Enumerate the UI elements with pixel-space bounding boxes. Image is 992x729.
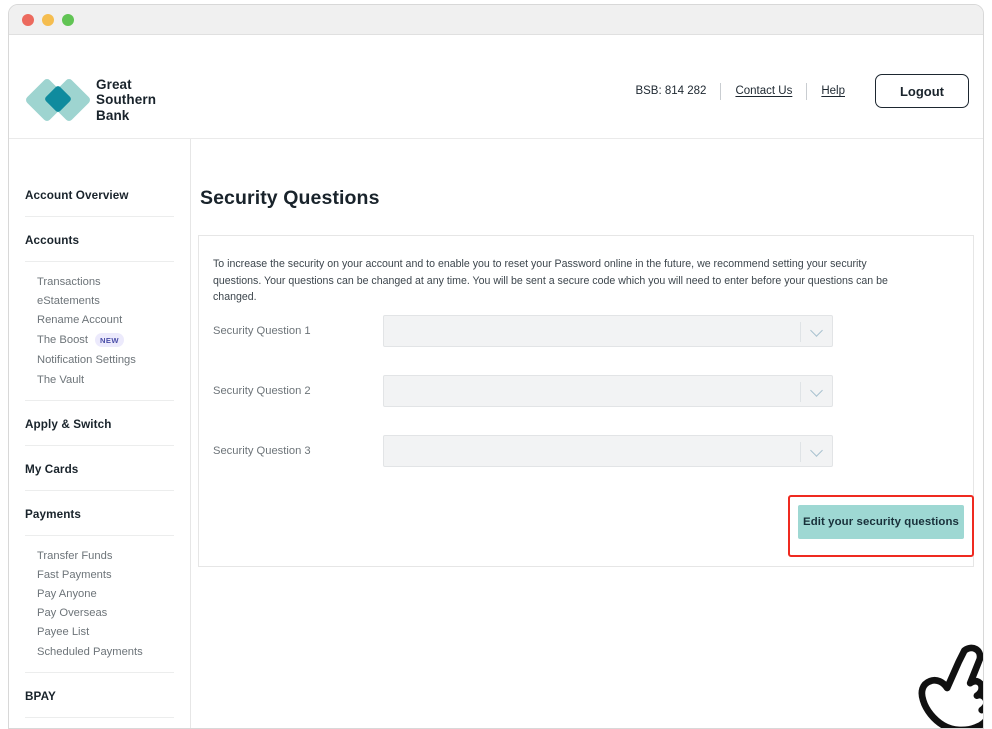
security-question-1-label: Security Question 1: [213, 325, 311, 337]
sidebar-item-transfer-funds[interactable]: Transfer Funds: [25, 546, 174, 565]
sidebar-item-notification-settings[interactable]: Notification Settings: [25, 351, 174, 370]
window-titlebar: [9, 5, 983, 35]
logo-line-2: Southern: [96, 92, 157, 108]
sidebar-item-label: eStatements: [37, 294, 100, 307]
sidebar-section-my-cards[interactable]: My Cards: [25, 446, 174, 492]
sidebar-nav: Account Overview Accounts Transactions e…: [9, 139, 191, 728]
sidebar-item-the-boost[interactable]: The Boost NEW: [25, 330, 174, 351]
sidebar-section-bpay[interactable]: BPAY: [25, 673, 174, 719]
sidebar-item-fast-payments[interactable]: Fast Payments: [25, 565, 174, 584]
pointing-hand-cursor-icon: [918, 644, 983, 728]
maximize-window-button[interactable]: [62, 13, 74, 26]
security-question-2-label: Security Question 2: [213, 385, 311, 397]
logo-diamond-icon: [24, 73, 92, 127]
browser-window: Great Southern Bank BSB: 814 282 Contact…: [8, 4, 984, 729]
security-question-1-row: Security Question 1: [213, 315, 953, 347]
logo-line-1: Great: [96, 76, 132, 92]
sidebar-item-label: Payee List: [37, 626, 90, 639]
sidebar-item-pay-anyone[interactable]: Pay Anyone: [25, 585, 174, 604]
logo-wordmark: Great Southern Bank: [96, 77, 156, 124]
sidebar-item-label: Notification Settings: [37, 354, 136, 367]
sidebar-item-label: Pay Anyone: [37, 588, 97, 601]
sidebar-item-estatements[interactable]: eStatements: [25, 291, 174, 310]
contact-us-link[interactable]: Contact Us: [721, 85, 806, 97]
sidebar-inner: Account Overview Accounts Transactions e…: [9, 139, 190, 728]
select-divider: [800, 322, 801, 342]
edit-security-questions-button[interactable]: Edit your security questions: [798, 505, 964, 539]
sidebar-item-transactions[interactable]: Transactions: [25, 272, 174, 291]
bsb-number: BSB: 814 282: [635, 85, 707, 97]
chevron-down-icon: [811, 326, 823, 338]
sidebar-item-label: Rename Account: [37, 313, 123, 326]
sidebar-item-payee-list[interactable]: Payee List: [25, 623, 174, 642]
select-divider: [800, 442, 801, 462]
close-window-button[interactable]: [22, 13, 34, 26]
sidebar-group-accounts: Transactions eStatements Rename Account …: [25, 262, 174, 402]
sidebar-section-accounts[interactable]: Accounts: [25, 217, 174, 262]
help-link[interactable]: Help: [807, 85, 859, 97]
bank-logo[interactable]: Great Southern Bank: [24, 73, 156, 127]
main-content: Security Questions To increase the secur…: [191, 139, 983, 728]
panel-description: To increase the security on your account…: [213, 258, 888, 303]
site-header: Great Southern Bank BSB: 814 282 Contact…: [9, 35, 983, 139]
header-utility-nav: BSB: 814 282 Contact Us Help Logout: [635, 74, 969, 108]
sidebar-item-label: Fast Payments: [37, 568, 112, 581]
logo-line-3: Bank: [96, 107, 130, 123]
security-question-3-row: Security Question 3: [213, 435, 953, 467]
chevron-down-icon: [811, 446, 823, 458]
sidebar-group-bpay: Pay Bill Biller List Scheduled Bills BPA…: [25, 718, 174, 728]
sidebar-item-rename-account[interactable]: Rename Account: [25, 310, 174, 329]
sidebar-item-label: Pay Overseas: [37, 607, 108, 620]
security-question-1-select[interactable]: [383, 315, 833, 347]
sidebar-item-label: Transfer Funds: [37, 549, 113, 562]
page-body: Great Southern Bank BSB: 814 282 Contact…: [9, 35, 983, 728]
sidebar-item-the-vault[interactable]: The Vault: [25, 370, 174, 389]
sidebar-item-scheduled-payments[interactable]: Scheduled Payments: [25, 642, 174, 661]
sidebar-item-label: Transactions: [37, 275, 101, 288]
logout-button[interactable]: Logout: [875, 74, 969, 108]
sidebar-item-account-overview[interactable]: Account Overview: [25, 139, 174, 217]
security-question-3-label: Security Question 3: [213, 445, 311, 457]
select-divider: [800, 382, 801, 402]
sidebar-item-label: Scheduled Payments: [37, 645, 143, 658]
sidebar-item-label: The Vault: [37, 373, 85, 386]
new-badge: NEW: [95, 333, 124, 348]
sidebar-item-label: The Boost: [37, 334, 88, 347]
security-question-2-row: Security Question 2: [213, 375, 953, 407]
sidebar-section-payments[interactable]: Payments: [25, 491, 174, 537]
security-question-2-select[interactable]: [383, 375, 833, 407]
sidebar-item-pay-overseas[interactable]: Pay Overseas: [25, 604, 174, 623]
minimize-window-button[interactable]: [42, 13, 54, 26]
sidebar-section-apply-and-switch[interactable]: Apply & Switch: [25, 401, 174, 447]
page-title: Security Questions: [200, 187, 380, 209]
chevron-down-icon: [811, 386, 823, 398]
sidebar-group-payments: Transfer Funds Fast Payments Pay Anyone …: [25, 536, 174, 674]
security-question-3-select[interactable]: [383, 435, 833, 467]
